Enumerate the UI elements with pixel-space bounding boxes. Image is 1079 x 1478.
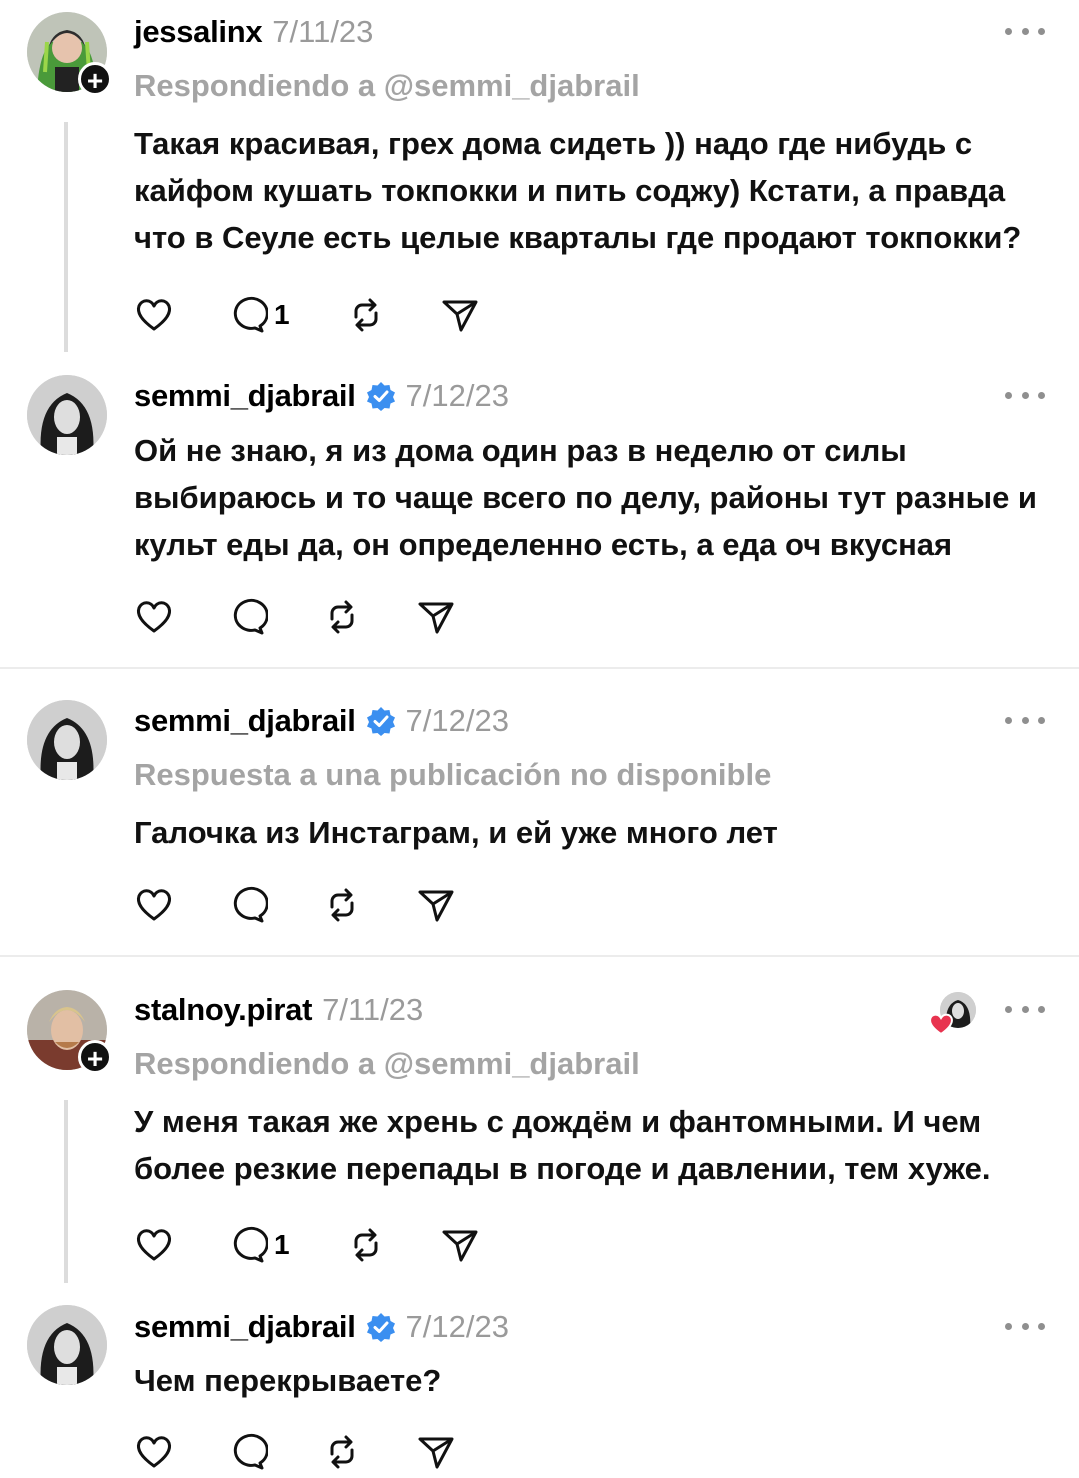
reply-context[interactable]: Respondiendo a @semmi_djabrail: [134, 1046, 640, 1082]
post-text: Чем перекрываете?: [134, 1363, 442, 1398]
username[interactable]: jessalinx: [134, 14, 263, 50]
more-options-icon[interactable]: [1005, 28, 1045, 40]
repost-icon: [330, 600, 354, 634]
repost-button[interactable]: [346, 295, 386, 335]
thread-line: [64, 122, 68, 352]
post-date: 7/11/23: [322, 992, 424, 1027]
avatar-semmi-djabrail[interactable]: [27, 700, 107, 780]
reply-count: 1: [274, 1229, 290, 1260]
reply-button[interactable]: [228, 1432, 268, 1472]
share-button[interactable]: [416, 1432, 456, 1472]
avatar-semmi-djabrail[interactable]: [27, 1305, 107, 1385]
verified-badge-icon: [366, 707, 395, 736]
share-button[interactable]: [440, 1225, 480, 1265]
send-icon: [418, 890, 454, 922]
repost-icon: [354, 1228, 378, 1262]
heart-icon: [136, 1436, 172, 1468]
post-text: Галочка из Инстаграм, и ей уже много лет: [134, 815, 778, 850]
like-button[interactable]: [134, 1225, 174, 1265]
reply-count: 1: [274, 299, 290, 330]
post-header: semmi_djabrail 7/12/23: [134, 699, 509, 743]
username[interactable]: stalnoy.pirat: [134, 992, 312, 1028]
repost-button[interactable]: [322, 597, 362, 637]
more-options-icon[interactable]: [1005, 717, 1045, 729]
post-date: 7/12/23: [405, 703, 509, 738]
post-header: semmi_djabrail 7/12/23: [134, 1305, 509, 1349]
send-icon: [442, 300, 478, 332]
comment-icon: [233, 598, 268, 635]
comment-icon: [233, 1226, 268, 1263]
send-icon: [442, 1230, 478, 1262]
like-button[interactable]: [134, 597, 174, 637]
heart-icon: [136, 601, 172, 633]
reply-button[interactable]: [228, 885, 268, 925]
heart-icon: [136, 889, 172, 921]
repost-icon: [354, 298, 378, 332]
reply-context: Respuesta a una publicación no disponibl…: [134, 757, 772, 792]
repost-button[interactable]: [346, 1225, 386, 1265]
username[interactable]: semmi_djabrail: [134, 1309, 356, 1345]
comment-icon: [233, 1433, 268, 1470]
share-button[interactable]: [416, 885, 456, 925]
liked-heart-icon: [929, 1013, 953, 1036]
post-actions: 1: [134, 295, 514, 335]
repost-icon: [330, 1435, 354, 1469]
username[interactable]: semmi_djabrail: [134, 703, 356, 739]
reply-button[interactable]: 1: [228, 1225, 290, 1265]
follow-plus-button[interactable]: +: [78, 62, 112, 96]
verified-badge-icon: [366, 1313, 395, 1342]
share-button[interactable]: [416, 597, 456, 637]
send-icon: [418, 602, 454, 634]
post-header: stalnoy.pirat 7/11/23: [134, 988, 423, 1032]
post-date: 7/12/23: [405, 378, 509, 413]
post-header: semmi_djabrail 7/12/23: [134, 374, 509, 418]
post-actions: 1: [134, 1225, 514, 1265]
post-divider: [0, 955, 1079, 957]
more-options-icon[interactable]: [1005, 1323, 1045, 1335]
avatar-semmi-djabrail[interactable]: [27, 375, 107, 455]
follow-plus-button[interactable]: +: [78, 1040, 112, 1074]
repost-button[interactable]: [322, 885, 362, 925]
username[interactable]: semmi_djabrail: [134, 378, 356, 414]
post-actions: [134, 885, 474, 925]
more-options-icon[interactable]: [1005, 1006, 1045, 1018]
post-date: 7/11/23: [272, 14, 374, 49]
verified-badge-icon: [366, 382, 395, 411]
reply-context[interactable]: Respondiendo a @semmi_djabrail: [134, 68, 640, 104]
comment-icon: [233, 886, 268, 923]
heart-icon: [136, 1229, 172, 1261]
post-text: Ой не знаю, я из дома один раз в неделю …: [134, 433, 1037, 562]
like-button[interactable]: [134, 1432, 174, 1472]
post-text: У меня такая же хрень с дождём и фантомн…: [134, 1104, 991, 1186]
more-options-icon[interactable]: [1005, 392, 1045, 404]
reply-button[interactable]: [228, 597, 268, 637]
post-header: jessalinx 7/11/23: [134, 10, 373, 54]
post-actions: [134, 597, 474, 637]
repost-icon: [330, 888, 354, 922]
like-button[interactable]: [134, 295, 174, 335]
comment-icon: [233, 296, 268, 333]
heart-icon: [136, 299, 172, 331]
like-button[interactable]: [134, 885, 174, 925]
thread-line: [64, 1100, 68, 1283]
share-button[interactable]: [440, 295, 480, 335]
post-divider: [0, 667, 1079, 669]
repost-button[interactable]: [322, 1432, 362, 1472]
send-icon: [418, 1437, 454, 1469]
post-actions: [134, 1432, 474, 1472]
post-text: Такая красивая, грех дома сидеть )) надо…: [134, 126, 1022, 255]
reply-button[interactable]: 1: [228, 295, 290, 335]
post-date: 7/12/23: [405, 1309, 509, 1344]
